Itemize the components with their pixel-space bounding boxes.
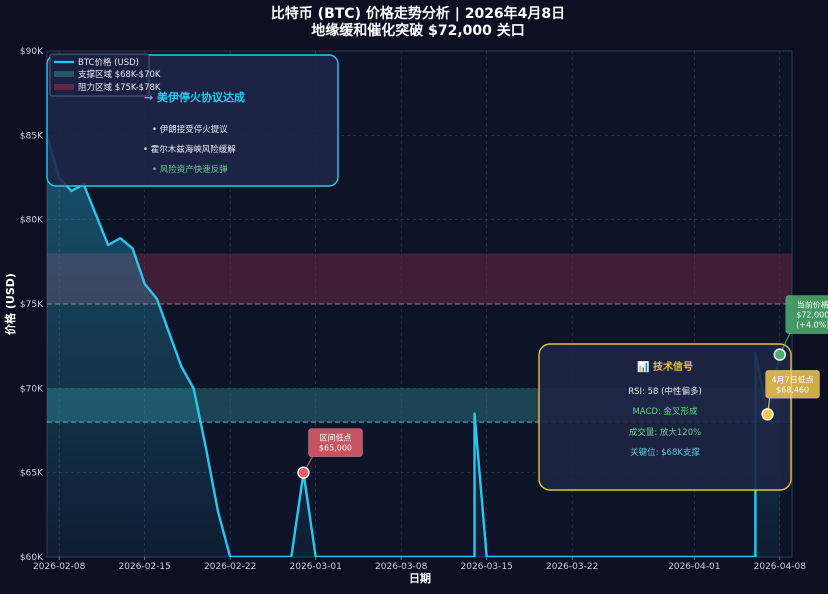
signal-box-title: 📊 技术信号 xyxy=(637,360,693,373)
signal-item: RSI: 58 (中性偏多) xyxy=(628,386,702,397)
y-axis-label: 价格 (USD) xyxy=(3,273,17,335)
legend-series-label: BTC价格 (USD) xyxy=(78,57,139,68)
x-tick-labels: 2026-02-08 2026-02-15 2026-02-22 2026-03-01… xyxy=(33,562,806,572)
x-tick-label: 2026-03-22 xyxy=(546,562,598,572)
legend-support-swatch xyxy=(54,71,74,77)
legend-resistance-swatch xyxy=(54,84,74,90)
chart-subtitle: 地缘缓和催化突破 $72,000 关口 xyxy=(311,22,525,39)
price-band xyxy=(47,253,792,304)
legend: BTC价格 (USD) 支撑区域 $68K-$70K 阻力区域 $75K-$78… xyxy=(49,53,161,97)
news-item: • 风险资产快速反弹 xyxy=(152,164,228,175)
annotation-label: 当前价格 xyxy=(797,300,828,310)
annotation-point xyxy=(773,348,786,361)
signal-item: 关键位: $68K支撑 xyxy=(630,447,700,458)
x-tick-label: 2026-02-15 xyxy=(119,562,171,572)
y-tick-label: $90K xyxy=(20,47,44,57)
annotation-label: $68,460 xyxy=(776,385,809,394)
y-tick-label: $75K xyxy=(20,300,44,310)
y-tick-label: $65K xyxy=(20,469,44,479)
chart-title: 比特币 (BTC) 价格走势分析 | 2026年4月8日 xyxy=(271,5,565,22)
y-tick-labels: $60K$65K$70K$75K$80K$85K$90K xyxy=(20,47,44,563)
chart-root: 比特币 (BTC) 价格走势分析 | 2026年4月8日 地缘缓和催化突破 $7… xyxy=(0,0,828,590)
x-axis-label: 日期 xyxy=(409,571,431,585)
x-tick-label: 2026-03-01 xyxy=(290,562,342,572)
annotation-label: 区间低点 xyxy=(319,433,351,443)
btc-price-chart: 比特币 (BTC) 价格走势分析 | 2026年4月8日 地缘缓和催化突破 $7… xyxy=(3,5,828,585)
news-item: • 霍尔木兹海峡风险缓解 xyxy=(143,144,236,155)
x-tick-label: 2026-02-22 xyxy=(204,562,256,572)
x-tick-label: 2026-02-08 xyxy=(33,562,86,572)
x-tick-label: 2026-03-08 xyxy=(375,562,428,572)
x-tick-label: 2026-03-15 xyxy=(461,562,513,572)
annotation-point xyxy=(297,466,310,479)
annotation-point xyxy=(761,408,774,421)
news-item: • 伊朗接受停火提议 xyxy=(152,124,228,135)
signal-item: MACD: 金叉形成 xyxy=(632,406,698,417)
annotation-label: (+4.0%) xyxy=(796,321,828,330)
annotation-label: $72,000 xyxy=(796,311,828,320)
x-tick-label: 2026-04-08 xyxy=(754,562,807,572)
signal-item: 成交量: 放大120% xyxy=(629,427,701,438)
y-tick-label: $70K xyxy=(20,384,44,394)
x-tick-label: 2026-04-01 xyxy=(668,562,720,572)
legend-support-label: 支撑区域 $68K-$70K xyxy=(78,69,161,80)
annotation-label: 4月7日低点 xyxy=(771,374,813,384)
y-tick-label: $85K xyxy=(20,131,44,141)
legend-resistance-label: 阻力区域 $75K-$78K xyxy=(78,82,161,93)
annotation-label: $65,000 xyxy=(319,444,352,453)
signal-box: 📊 技术信号 RSI: 58 (中性偏多) MACD: 金叉形成 成交量: 放大… xyxy=(538,343,792,491)
y-tick-label: $80K xyxy=(20,216,44,226)
